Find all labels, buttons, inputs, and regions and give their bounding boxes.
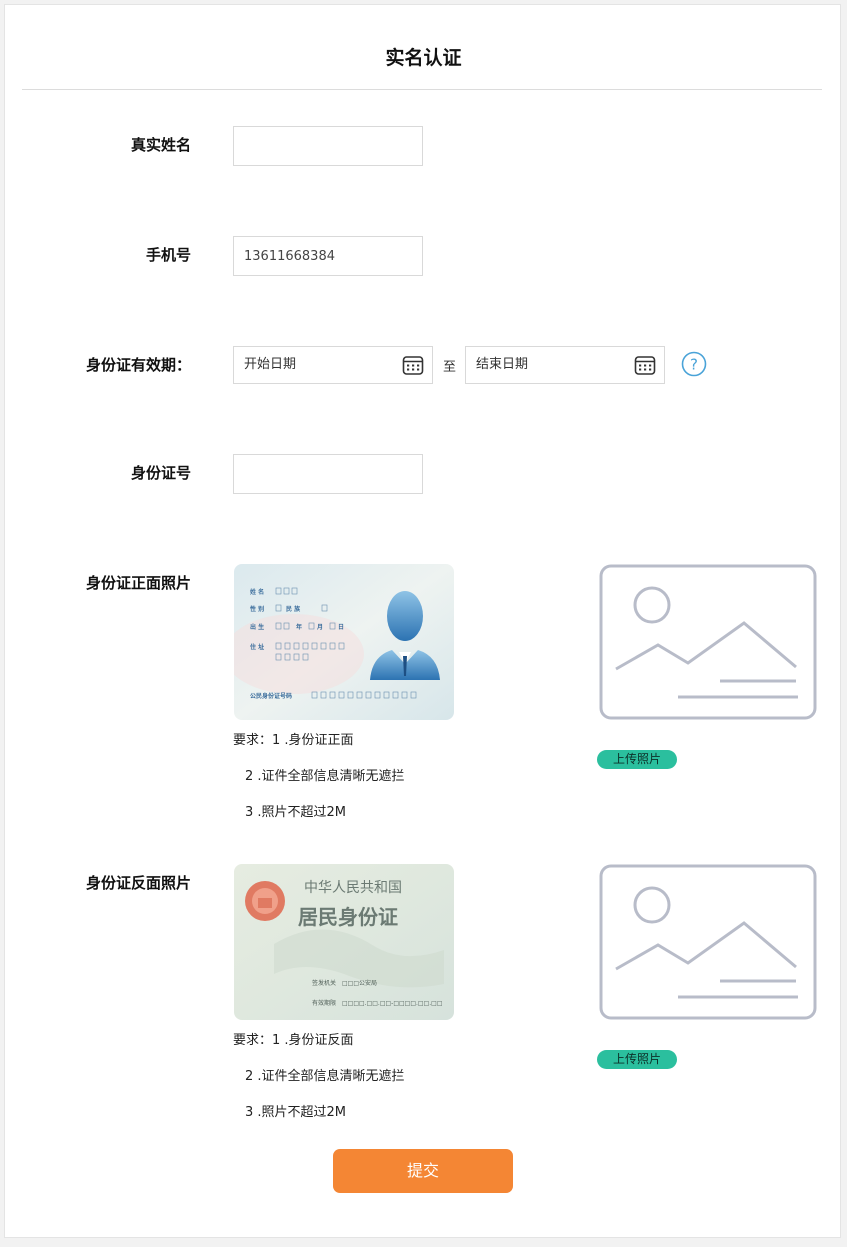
id-number-input[interactable] bbox=[233, 454, 423, 494]
start-date-field[interactable] bbox=[233, 346, 433, 384]
card-field-ethnic: 民 族 bbox=[286, 605, 301, 613]
card-back-issuer-value: □□□公安局 bbox=[342, 979, 377, 987]
title-divider bbox=[22, 89, 822, 90]
date-separator: 至 bbox=[443, 360, 457, 375]
help-icon-glyph: ? bbox=[690, 356, 698, 374]
back-requirement-1: 要求：1 .身份证反面 bbox=[233, 1033, 354, 1048]
card-back-line1: 中华人民共和国 bbox=[304, 880, 402, 896]
card-field-sex: 性 别 bbox=[249, 605, 264, 613]
card-field-id: 公民身份证号码 bbox=[250, 692, 292, 700]
card-field-year: 年 bbox=[296, 623, 302, 631]
id-back-sample-image: 中华人民共和国 居民身份证 签发机关 □□□公安局 有效期限 □□□□.□□.□… bbox=[234, 864, 454, 1020]
card-field-birth: 出 生 bbox=[250, 623, 264, 631]
id-front-sample-image: 姓 名 性 别 民 族 出 生 年 月 日 住 址 公民身份证号码 bbox=[234, 564, 454, 720]
back-requirement-3: 3 .照片不超过2M bbox=[245, 1105, 347, 1120]
name-label: 真实姓名 bbox=[130, 136, 191, 154]
end-date-input[interactable] bbox=[474, 356, 628, 373]
submit-button[interactable]: 提交 bbox=[333, 1149, 513, 1193]
front-requirement-3: 3 .照片不超过2M bbox=[245, 805, 347, 820]
validity-label: 身份证有效期： bbox=[85, 356, 191, 374]
id-number-label: 身份证号 bbox=[130, 464, 191, 482]
front-upload-button[interactable]: 上传照片 bbox=[597, 750, 677, 769]
front-photo-label: 身份证正面照片 bbox=[85, 574, 191, 592]
back-upload-button[interactable]: 上传照片 bbox=[597, 1050, 677, 1069]
card-back-validity-label: 有效期限 bbox=[312, 999, 336, 1007]
phone-input[interactable] bbox=[233, 236, 423, 276]
front-requirement-1: 要求：1 .身份证正面 bbox=[233, 733, 354, 748]
back-photo-label: 身份证反面照片 bbox=[85, 874, 191, 892]
help-icon[interactable]: ? bbox=[681, 351, 707, 377]
back-requirement-2: 2 .证件全部信息清晰无遮拦 bbox=[245, 1069, 405, 1084]
card-back-validity-value: □□□□.□□.□□-□□□□.□□.□□ bbox=[342, 1000, 443, 1007]
calendar-icon[interactable] bbox=[634, 354, 656, 376]
back-upload-preview[interactable] bbox=[598, 863, 818, 1021]
front-upload-preview[interactable] bbox=[598, 563, 818, 721]
card-back-issuer-label: 签发机关 bbox=[312, 979, 336, 987]
card-field-name: 姓 名 bbox=[249, 588, 264, 596]
card-field-day: 日 bbox=[338, 624, 344, 631]
phone-label: 手机号 bbox=[145, 246, 191, 264]
page-title: 实名认证 bbox=[385, 47, 462, 69]
start-date-input[interactable] bbox=[242, 356, 396, 373]
verification-card: 实名认证 真实姓名 手机号 身份证有效期： 至 ? 身份证号 身份证正面照片 bbox=[4, 4, 841, 1238]
name-input[interactable] bbox=[233, 126, 423, 166]
card-field-address: 住 址 bbox=[250, 643, 264, 651]
end-date-field[interactable] bbox=[465, 346, 665, 384]
front-requirement-2: 2 .证件全部信息清晰无遮拦 bbox=[245, 769, 405, 784]
calendar-icon[interactable] bbox=[402, 354, 424, 376]
card-field-month: 月 bbox=[316, 623, 323, 631]
card-back-line2: 居民身份证 bbox=[298, 905, 398, 929]
